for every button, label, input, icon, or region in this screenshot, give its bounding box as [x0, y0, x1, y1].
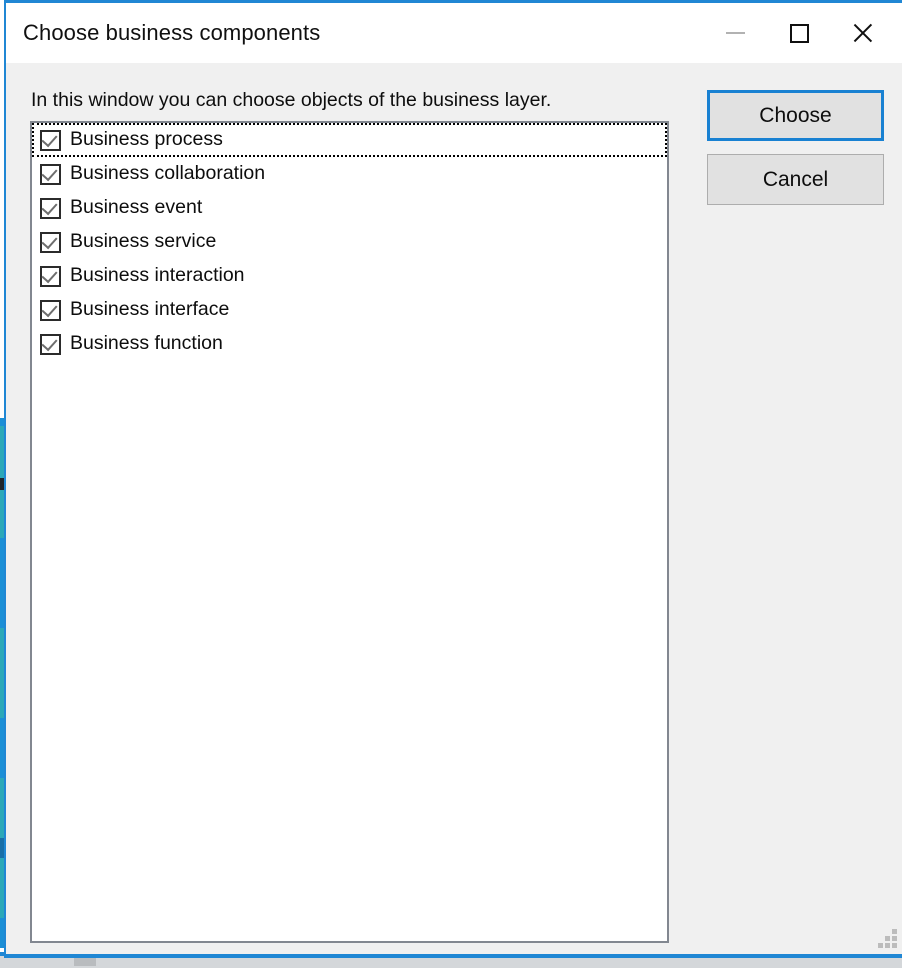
checkmark-icon: [41, 266, 58, 283]
checkbox-checked-icon[interactable]: [40, 163, 61, 185]
title-bar[interactable]: Choose business components: [6, 3, 902, 63]
window-title: Choose business components: [23, 20, 321, 45]
checkbox-checked-icon[interactable]: [40, 333, 61, 355]
list-item-label: Business service: [70, 230, 217, 253]
checkbox-checked-icon[interactable]: [40, 197, 61, 219]
checkbox-checked-icon[interactable]: [40, 129, 61, 151]
list-item[interactable]: Business interaction: [32, 259, 667, 293]
list-item-label: Business interface: [70, 298, 230, 321]
maximize-button[interactable]: [768, 3, 830, 63]
resize-grip-icon[interactable]: [875, 926, 897, 948]
list-item[interactable]: Business collaboration: [32, 157, 667, 191]
list-item[interactable]: Business event: [32, 191, 667, 225]
minimize-button[interactable]: [702, 3, 768, 63]
cancel-button[interactable]: Cancel: [707, 154, 884, 205]
list-item-label: Business collaboration: [70, 162, 266, 185]
list-item[interactable]: Business process: [32, 123, 667, 157]
checkmark-icon: [41, 232, 58, 249]
business-components-listbox[interactable]: Business process Business collaboration …: [30, 121, 669, 943]
checkmark-icon: [41, 334, 58, 351]
choose-business-components-dialog: Choose business components In this windo…: [4, 0, 902, 958]
dialog-body: In this window you can choose objects of…: [6, 63, 902, 954]
maximize-icon: [789, 23, 809, 43]
checkmark-icon: [41, 198, 58, 215]
minimize-icon: [725, 32, 745, 34]
list-item-label: Business interaction: [70, 264, 245, 287]
list-item[interactable]: Business interface: [32, 293, 667, 327]
close-icon: [851, 21, 875, 45]
close-button[interactable]: [830, 3, 896, 63]
list-item[interactable]: Business service: [32, 225, 667, 259]
checkmark-icon: [41, 164, 58, 181]
choose-button[interactable]: Choose: [707, 90, 884, 141]
checkbox-checked-icon[interactable]: [40, 299, 61, 321]
list-item-label: Business event: [70, 196, 203, 219]
checkbox-checked-icon[interactable]: [40, 265, 61, 287]
list-item-label: Business process: [70, 128, 223, 151]
instruction-text: In this window you can choose objects of…: [31, 89, 552, 111]
checkmark-icon: [41, 130, 58, 147]
list-item[interactable]: Business function: [32, 327, 667, 361]
list-item-label: Business function: [70, 332, 223, 355]
checkmark-icon: [41, 300, 58, 317]
checkbox-checked-icon[interactable]: [40, 231, 61, 253]
